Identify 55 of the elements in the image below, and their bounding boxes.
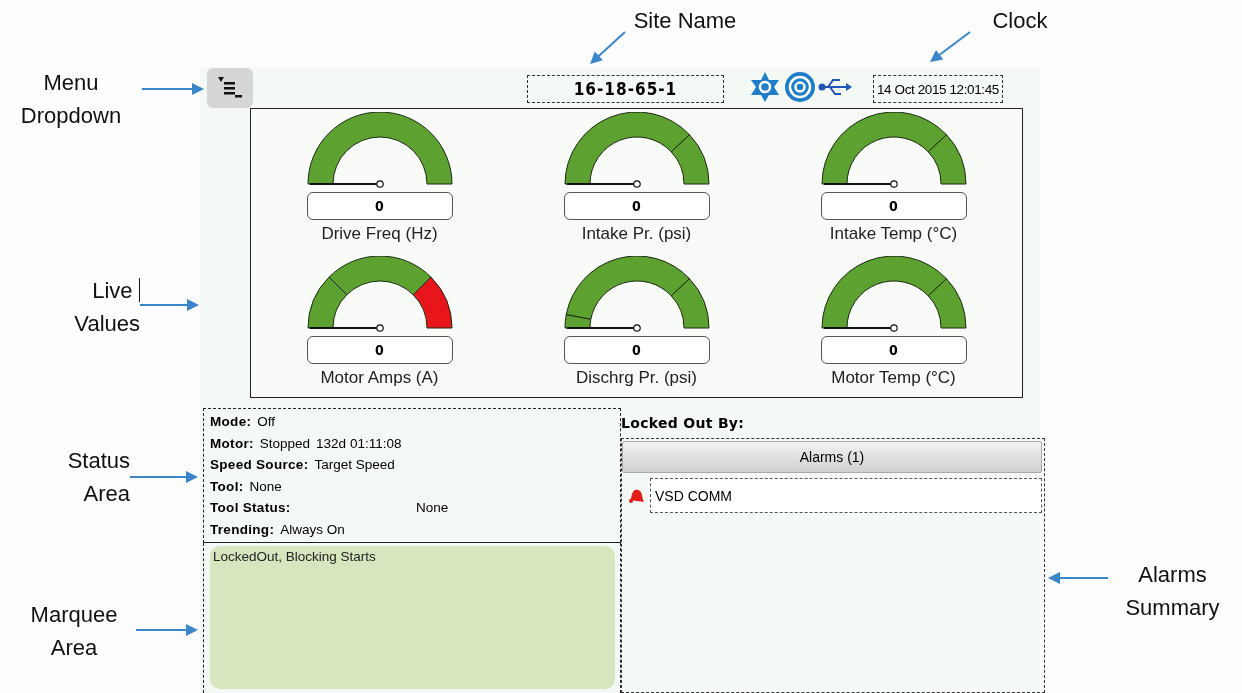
status-value: Stopped — [259, 435, 311, 451]
gauge-value: 0 — [563, 192, 710, 220]
callout-text: Dropdown — [20, 103, 122, 128]
callout-arrow — [135, 624, 198, 636]
gauge-value: 0 — [820, 192, 967, 220]
status-label: Trending: — [210, 521, 275, 537]
callout-text: Clock — [992, 8, 1048, 33]
callout-arrow — [141, 83, 204, 95]
clock: 14 Oct 2015 12:01:45 — [873, 75, 1003, 103]
status-label: Mode: — [210, 414, 252, 430]
alarm-item[interactable]: VSD COMM — [650, 478, 1042, 513]
gauge-value: 0 — [820, 336, 967, 364]
callout-text: Area — [50, 635, 98, 660]
status-label: Speed Source: — [210, 457, 309, 473]
status-label: Tool Status: — [210, 500, 292, 516]
callout-text: Values — [74, 311, 140, 336]
gauge-value: 0 — [306, 192, 453, 220]
status-value: Target Speed — [314, 457, 395, 473]
gauge-label: Intake Pr. (psi) — [581, 224, 692, 244]
alarms-header: Alarms (1) — [622, 441, 1042, 473]
status-value: Always On — [280, 521, 345, 537]
gauge-label: Motor Temp (°C) — [831, 368, 956, 388]
status-value: 132d 01:11:08 — [316, 435, 402, 451]
gauge-value: 0 — [306, 336, 453, 364]
callout-arrow — [930, 31, 971, 62]
gauge-label: Dischrg Pr. (psi) — [576, 368, 697, 388]
callout-text: Site Name — [633, 8, 737, 33]
callout-text: Menu — [43, 70, 99, 95]
callout-text: Area — [83, 481, 130, 506]
callout-text: Status — [67, 448, 130, 473]
callout-text: Live — [92, 278, 133, 303]
gauge-value: 0 — [563, 336, 710, 364]
status-label: Motor: — [210, 435, 254, 451]
status-value: Off — [257, 414, 275, 430]
callout-arrow — [1048, 572, 1109, 584]
star-gear-icon — [748, 71, 782, 103]
usb-icon — [818, 77, 852, 97]
callout-text: Alarms — [1138, 562, 1207, 587]
target-icon — [784, 71, 816, 103]
status-label: Tool: — [210, 478, 244, 494]
status-value: None — [249, 478, 282, 494]
menu-dropdown-button[interactable] — [207, 67, 253, 108]
site-name: 16-18-65-1 — [527, 75, 724, 103]
callout-text: Summary — [1125, 595, 1220, 620]
callout-arrow — [129, 471, 198, 483]
menu-icon — [215, 74, 245, 101]
callout-text: Marquee — [30, 602, 118, 627]
callout-arrow — [590, 31, 626, 64]
marquee-text: LockedOut, Blocking Starts — [213, 549, 376, 564]
gauge-label: Motor Amps (A) — [320, 368, 439, 388]
locked-out-label: Locked Out By: — [621, 414, 746, 433]
gauge-label: Intake Temp (°C) — [829, 224, 958, 244]
callout-arrow — [139, 299, 199, 311]
status-value: None — [416, 500, 449, 516]
gauge-label: Drive Freq (Hz) — [321, 224, 438, 244]
